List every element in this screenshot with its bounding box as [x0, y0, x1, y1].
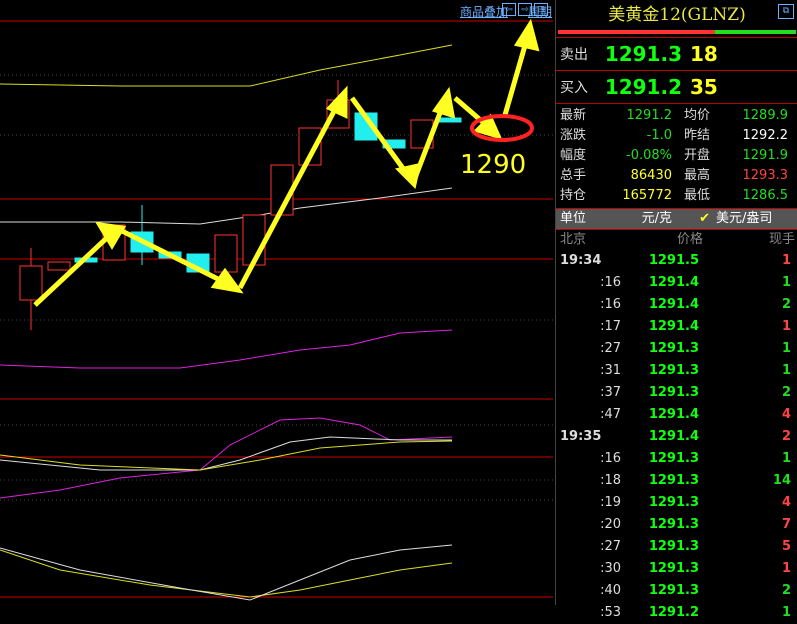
stat-row: 总手 86430 最高 1293.3	[560, 168, 788, 183]
instrument-title: 美黄金12(GLNZ)	[608, 5, 746, 25]
tick-list[interactable]: 19:34 1291.5 1 :16 1291.4 1 :16 1291.4 2 :17 1291.…	[556, 250, 797, 624]
tick-row: :40 1291.3 2	[600, 583, 791, 598]
tick-row: :18 1291.3 14	[600, 473, 791, 488]
tick-row: :16 1291.4 1	[600, 275, 791, 290]
tick-row: :16 1291.4 2	[600, 297, 791, 312]
stat-row: 幅度 -0.08% 开盘 1291.9	[560, 148, 788, 163]
scroll-left-icon[interactable]: ⇦	[502, 3, 516, 16]
scroll-right-icon[interactable]: ⇨	[518, 3, 532, 16]
tick-row: 19:34 1291.5 1	[560, 253, 791, 268]
tick-row: :27 1291.3 5	[600, 539, 791, 554]
unit-option-usd[interactable]: 美元/盎司	[716, 209, 772, 229]
tick-row: :53 1291.2 1	[600, 605, 791, 620]
tick-row: :47 1291.4 4	[600, 407, 791, 422]
overlay-link[interactable]: 商品叠加	[460, 3, 508, 20]
unit-option-yuan[interactable]: 元/克	[600, 209, 672, 229]
stat-row: 最新 1291.2 均价 1289.9	[560, 108, 788, 123]
tick-row: :37 1291.3 2	[600, 385, 791, 400]
sell-row: 卖出 1291.3 18	[556, 37, 797, 70]
layout-icon[interactable]: ⊟	[534, 3, 548, 16]
indicator-line	[0, 329, 453, 369]
price-annotation: 1290	[460, 150, 526, 180]
lower-band	[0, 187, 453, 225]
tick-row: :20 1291.3 7	[600, 517, 791, 532]
tick-row: :19 1291.3 4	[600, 495, 791, 510]
tick-row: :30 1291.3 1	[600, 561, 791, 576]
stat-row: 涨跌 -1.0 昨结 1292.2	[560, 128, 788, 143]
quote-panel: 美黄金12(GLNZ) ⧉ 卖出 1291.3 18 买入 1291.2 35 最新 12…	[555, 0, 797, 620]
stat-row: 持仓 165772 最低 1286.5	[560, 188, 788, 203]
restore-icon[interactable]: ⧉	[778, 4, 794, 19]
tick-row: :16 1291.3 1	[600, 451, 791, 466]
stats-table: 最新 1291.2 均价 1289.9 涨跌 -1.0 昨结 1292.2 幅度 -0.08% 开盘…	[556, 103, 797, 208]
unit-selector[interactable]: 单位 元/克 ✔ 美元/盎司	[556, 208, 797, 230]
check-icon: ✔	[699, 211, 710, 226]
tick-row: :17 1291.4 1	[600, 319, 791, 334]
tick-row: 19:35 1291.4 2	[560, 429, 791, 444]
bid-ask-ratio-bar	[558, 30, 796, 34]
upper-band	[0, 44, 453, 87]
buy-row: 买入 1291.2 35	[556, 70, 797, 103]
candlestick-chart[interactable]: 1290	[0, 0, 553, 605]
tick-row: :31 1291.3 1	[600, 363, 791, 378]
ticks-header: 北京 价格 现手	[560, 232, 795, 247]
tick-row: :27 1291.3 1	[600, 341, 791, 356]
